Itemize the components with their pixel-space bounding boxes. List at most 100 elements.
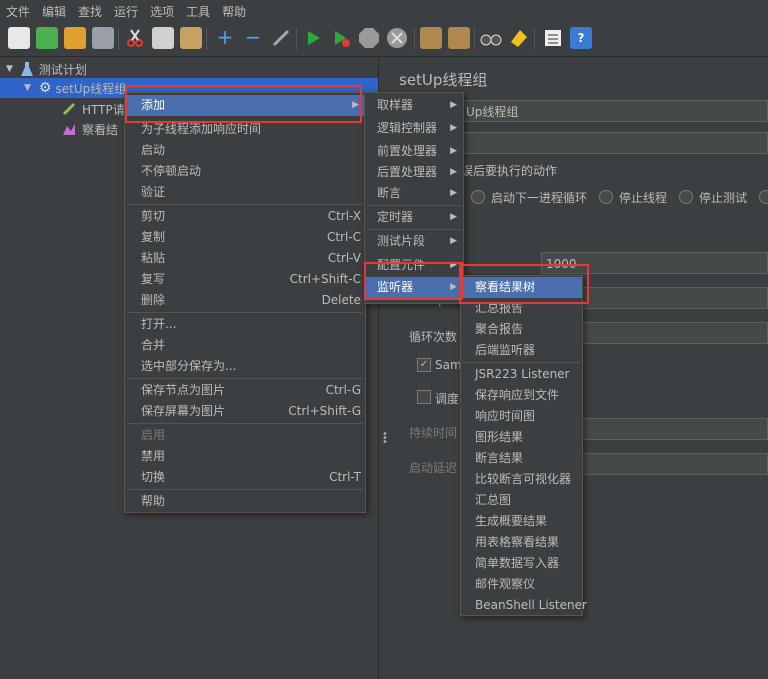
submenu-item-pre-processor[interactable]: 前置处理器 ▶: [365, 141, 463, 162]
submenu-item-assertion[interactable]: 断言 ▶: [365, 183, 463, 204]
comment-field[interactable]: [461, 132, 768, 154]
menu-item-cut[interactable]: 剪切 Ctrl-X: [125, 206, 365, 227]
menu-item-toggle[interactable]: 切换 Ctrl-T: [125, 467, 365, 488]
radio-next-loop-label: 启动下一进程循环: [491, 191, 588, 205]
radio-stop-now[interactable]: [759, 190, 768, 204]
listener-item-generate-summary[interactable]: 生成概要结果: [461, 511, 582, 532]
open-icon[interactable]: [64, 27, 86, 49]
tree-item-view-results[interactable]: 察看结: [62, 119, 118, 139]
radio-stop-test[interactable]: [679, 190, 693, 204]
toolbar-separator: [206, 28, 207, 50]
shutdown-icon[interactable]: [386, 27, 408, 49]
menu-item-label: 不停顿启动: [141, 164, 202, 178]
menu-item-disable[interactable]: 禁用: [125, 446, 365, 467]
chevron-down-icon[interactable]: ▼: [6, 64, 13, 74]
menu-item-merge[interactable]: 合并: [125, 335, 365, 356]
copy-icon[interactable]: [152, 27, 174, 49]
shortcut: Ctrl-G: [325, 383, 361, 397]
listener-item-aggregate-report[interactable]: 聚合报告: [461, 319, 582, 340]
shortcut: Ctrl+Shift-G: [288, 404, 361, 418]
submenu-item-test-fragment[interactable]: 测试片段 ▶: [365, 231, 463, 252]
listener-item-view-results-tree[interactable]: 察看结果树: [461, 277, 582, 298]
menu-help[interactable]: 帮助: [216, 3, 252, 20]
menu-item-paste[interactable]: 粘贴 Ctrl-V: [125, 248, 365, 269]
submenu-item-config-element[interactable]: 配置元件 ▶: [365, 255, 463, 276]
menu-item-add-think-time[interactable]: 为子线程添加响应时间: [125, 119, 365, 140]
menu-run[interactable]: 运行: [108, 3, 144, 20]
same-user-checkbox[interactable]: ✓: [417, 358, 431, 372]
submenu-item-timer[interactable]: 定时器 ▶: [365, 207, 463, 228]
cut-icon[interactable]: [124, 27, 146, 49]
menu-item-add[interactable]: 添加 ▶: [125, 95, 365, 116]
menu-item-duplicate[interactable]: 复写 Ctrl+Shift-C: [125, 269, 365, 290]
menu-item-open[interactable]: 打开...: [125, 314, 365, 335]
collapse-icon[interactable]: −: [242, 27, 264, 49]
radio-next-loop[interactable]: [471, 190, 485, 204]
listener-item-response-time-graph[interactable]: 响应时间图: [461, 406, 582, 427]
menu-item-help[interactable]: 帮助: [125, 491, 365, 512]
tree-item-http-request[interactable]: HTTP请: [62, 99, 125, 119]
listener-item-simple-data-writer[interactable]: 简单数据写入器: [461, 553, 582, 574]
listener-item-jsr223[interactable]: JSR223 Listener: [461, 364, 582, 385]
listener-item-summary-graph[interactable]: 汇总图: [461, 490, 582, 511]
menu-item-label: 禁用: [141, 449, 166, 463]
expand-icon[interactable]: +: [214, 27, 236, 49]
menu-separator: [127, 312, 363, 313]
stop-icon[interactable]: [358, 27, 380, 49]
function-helper-icon[interactable]: [542, 27, 564, 49]
menu-search[interactable]: 查找: [72, 3, 108, 20]
submenu-item-sampler[interactable]: 取样器 ▶: [365, 95, 463, 116]
clear-all-icon[interactable]: [448, 27, 470, 49]
drag-handle-icon[interactable]: • • •: [382, 430, 388, 448]
paste-icon[interactable]: [180, 27, 202, 49]
start-icon[interactable]: [302, 27, 324, 49]
listener-item-summary-report[interactable]: 汇总报告: [461, 298, 582, 319]
menu-item-start[interactable]: 启动: [125, 140, 365, 161]
toggle-icon[interactable]: [270, 27, 292, 49]
listener-item-backend-listener[interactable]: 后端监听器: [461, 340, 582, 361]
chevron-right-icon: ▶: [450, 260, 457, 270]
name-field[interactable]: Up线程组: [461, 100, 768, 122]
listener-item-view-results-table[interactable]: 用表格察看结果: [461, 532, 582, 553]
chevron-right-icon: ▶: [450, 212, 457, 222]
menu-item-delete[interactable]: 删除 Delete: [125, 290, 365, 311]
menu-item-start-no-pause[interactable]: 不停顿启动: [125, 161, 365, 182]
error-action-label: 误后要执行的动作: [461, 164, 558, 178]
menu-item-save-node-image[interactable]: 保存节点为图片 Ctrl-G: [125, 380, 365, 401]
templates-icon[interactable]: [36, 27, 58, 49]
start-no-pause-icon[interactable]: [330, 27, 352, 49]
chevron-down-icon[interactable]: ▼: [24, 83, 31, 93]
menu-item-label: 验证: [141, 185, 166, 199]
threads-field[interactable]: 1000: [541, 252, 768, 274]
menu-item-label: 选中部分保存为...: [141, 359, 237, 373]
menu-item-save-selection[interactable]: 选中部分保存为...: [125, 356, 365, 377]
reset-search-icon[interactable]: [508, 27, 530, 49]
help-icon[interactable]: ?: [570, 27, 592, 49]
new-icon[interactable]: [8, 27, 30, 49]
menu-item-label: 为子线程添加响应时间: [141, 122, 262, 136]
listener-item-mailer-visualizer[interactable]: 邮件观察仪: [461, 574, 582, 595]
radio-stop-thread[interactable]: [599, 190, 613, 204]
search-icon[interactable]: [480, 27, 502, 49]
menu-item-copy[interactable]: 复制 Ctrl-C: [125, 227, 365, 248]
listener-item-compare-assertion[interactable]: 比较断言可视化器: [461, 469, 582, 490]
tree-item-test-plan[interactable]: ▼ 测试计划: [6, 59, 87, 79]
menu-tools[interactable]: 工具: [180, 3, 216, 20]
listener-item-graph-results[interactable]: 图形结果: [461, 427, 582, 448]
menu-separator: [367, 205, 461, 206]
submenu-item-listener[interactable]: 监听器 ▶: [365, 277, 463, 298]
menu-options[interactable]: 选项: [144, 3, 180, 20]
submenu-item-logic-controller[interactable]: 逻辑控制器 ▶: [365, 118, 463, 139]
listener-item-beanshell[interactable]: BeanShell Listener: [461, 595, 587, 616]
submenu-item-post-processor[interactable]: 后置处理器 ▶: [365, 162, 463, 183]
clear-icon[interactable]: [420, 27, 442, 49]
menu-item-save-screen-image[interactable]: 保存屏幕为图片 Ctrl+Shift-G: [125, 401, 365, 422]
menu-item-label: 生成概要结果: [475, 514, 548, 528]
menu-item-validate[interactable]: 验证: [125, 182, 365, 203]
scheduler-checkbox[interactable]: [417, 390, 431, 404]
menu-file[interactable]: 文件: [0, 3, 36, 20]
listener-item-save-responses[interactable]: 保存响应到文件: [461, 385, 582, 406]
menu-edit[interactable]: 编辑: [36, 3, 72, 20]
listener-item-assertion-results[interactable]: 断言结果: [461, 448, 582, 469]
save-icon[interactable]: [92, 27, 114, 49]
